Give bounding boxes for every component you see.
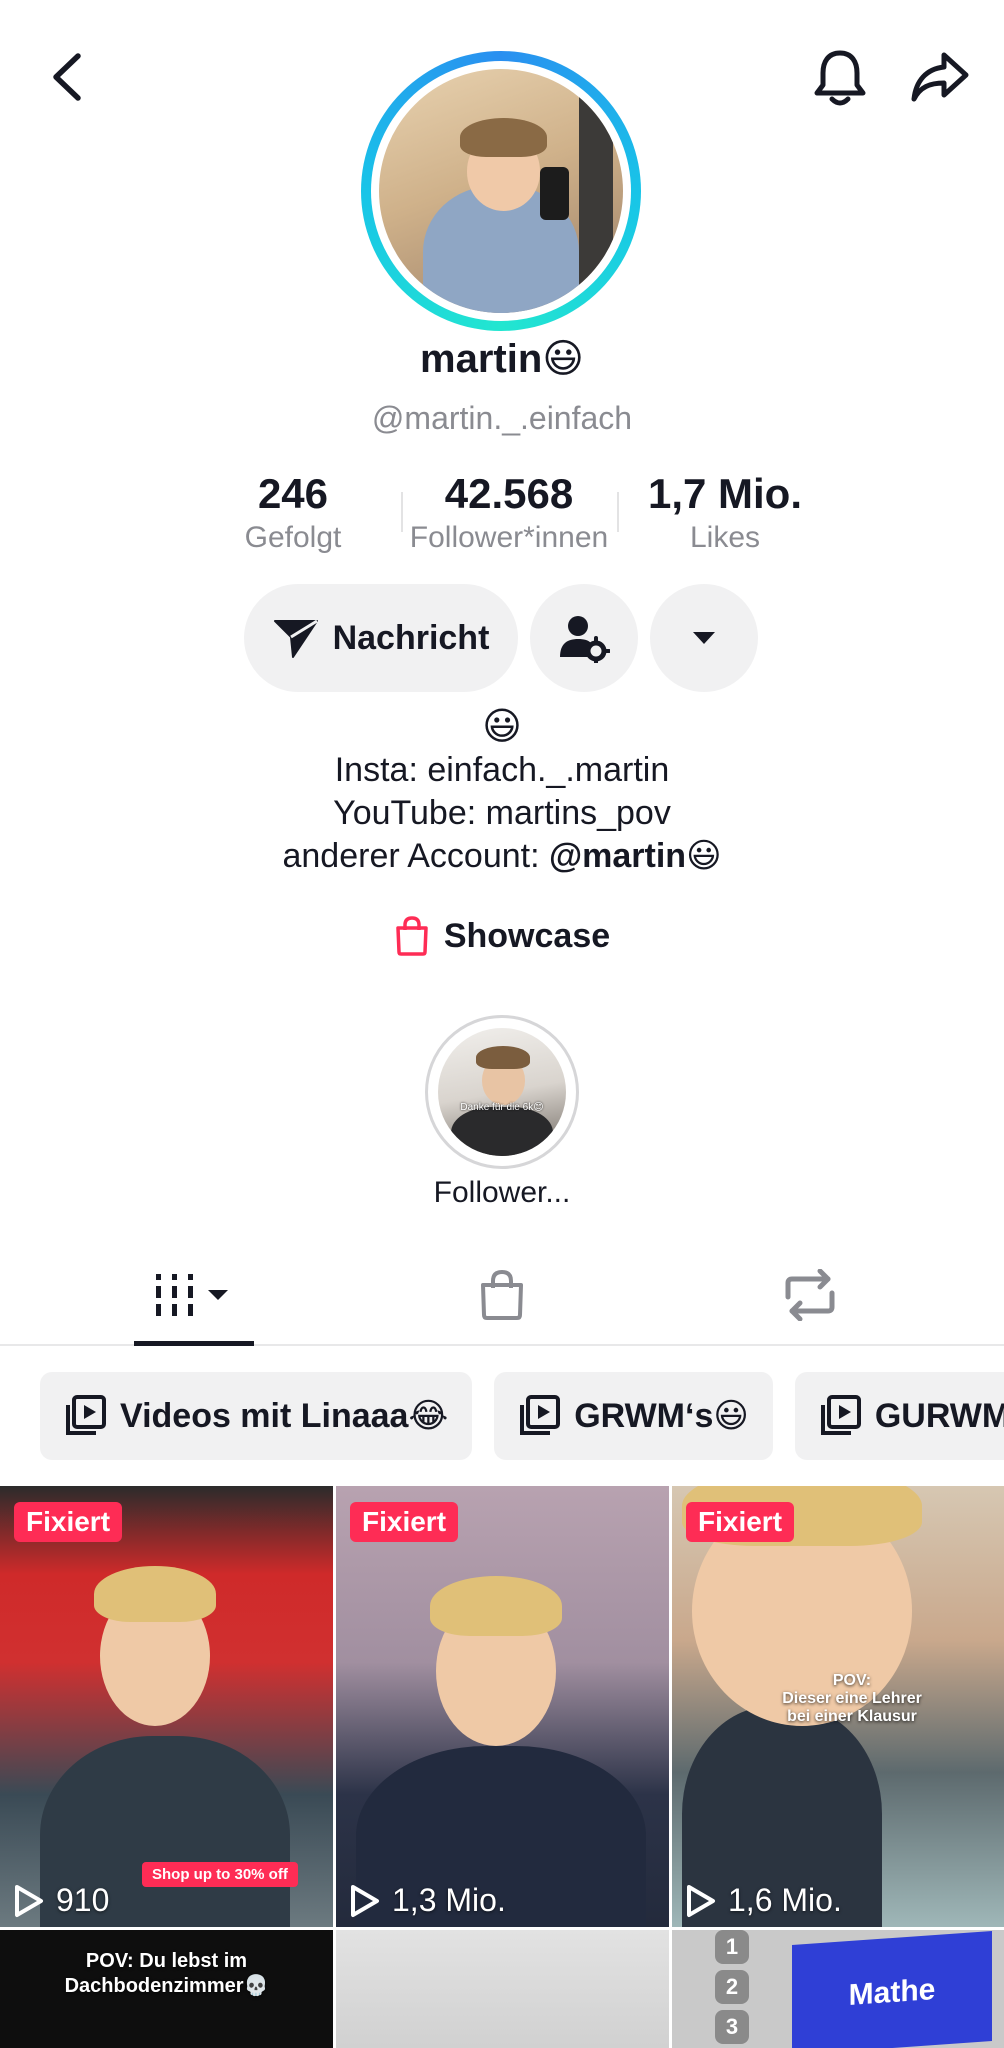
video-tile[interactable]: POV: Du lebst im Dachbodenzimmer💀 [0, 1930, 333, 2048]
avatar[interactable] [361, 51, 641, 331]
display-name: martin😃 [420, 337, 584, 381]
video-tile[interactable]: Fixiert POV: Dieser eine Lehrer bei eine… [672, 1486, 1004, 1927]
bio-mention-link[interactable]: @martin😃 [549, 837, 722, 875]
send-icon [273, 619, 318, 658]
profile-actions: Nachricht [244, 584, 758, 692]
playlist-chip[interactable]: Videos mit Linaaa😂 [40, 1372, 473, 1460]
video-overlay-text: POV: Dieser eine Lehrer bei einer Klausu… [782, 1672, 922, 1725]
shop-tag: Shop up to 30% off [142, 1862, 298, 1887]
video-tile[interactable]: 1 2 3 Mathe [672, 1930, 1004, 2048]
view-count: 1,6 Mio. [686, 1882, 842, 1919]
video-grid-icon [156, 1274, 228, 1316]
stat-likes: 1,7 Mio. Likes [617, 468, 833, 560]
bio-line-youtube: YouTube: martins_pov [333, 794, 671, 832]
notifications-button[interactable] [806, 42, 874, 114]
stat-following[interactable]: 246 Gefolgt [185, 468, 401, 560]
playlist-chip-label: GURWM [874, 1396, 1004, 1435]
play-icon [15, 1884, 43, 1917]
share-arrow-icon [911, 52, 969, 102]
bio-other-account-prefix: anderer Account: [282, 837, 549, 875]
pinned-badge: Fixiert [686, 1502, 795, 1542]
highlight-person-hair [476, 1045, 531, 1069]
play-icon [687, 1884, 715, 1917]
bio-line-instagram: Insta: einfach._.martin [334, 751, 670, 789]
highlight-thumbnail: Danke für die 6k😊 [438, 1028, 566, 1156]
playlist-chip[interactable]: GURWM [794, 1372, 1004, 1460]
back-button[interactable] [36, 44, 96, 110]
highlight-overlay-text: Danke für die 6k😊 [460, 1102, 544, 1114]
share-button[interactable] [904, 44, 976, 110]
video-overlay-text: Mathe [792, 1931, 992, 2048]
story-highlight[interactable]: Danke für die 6k😊 [425, 1015, 579, 1169]
highlight-person-body [450, 1107, 554, 1156]
video-tile[interactable]: Fixiert 1,3 Mio. [336, 1486, 669, 1927]
pinned-badge: Fixiert [350, 1502, 459, 1542]
thumbnail-person-hair [430, 1576, 562, 1636]
video-overlay-text: POV: Du lebst im Dachbodenzimmer💀 [64, 1950, 269, 1997]
shopping-bag-outline-icon [481, 1269, 523, 1320]
view-count-value: 1,3 Mio. [392, 1882, 506, 1918]
play-icon [351, 1884, 379, 1917]
view-count: 910 [14, 1882, 109, 1919]
view-count-value: 1,6 Mio. [728, 1882, 842, 1918]
avatar-border [371, 61, 631, 321]
stat-followers-value: 42.568 [444, 470, 574, 517]
tab-reposts[interactable] [760, 1246, 860, 1344]
number-badge: 2 [715, 1970, 749, 2004]
stat-following-value: 246 [257, 470, 329, 517]
follow-settings-button[interactable] [530, 584, 638, 692]
avatar-background [579, 93, 614, 301]
pinned-badge: Fixiert [14, 1502, 123, 1542]
avatar-phone [540, 166, 570, 221]
caret-down-icon [693, 632, 715, 644]
message-button[interactable]: Nachricht [244, 584, 518, 692]
tab-videos[interactable] [134, 1246, 254, 1344]
playlist-chip[interactable]: GRWM‘s😃 [494, 1372, 773, 1460]
message-button-label: Nachricht [332, 618, 490, 657]
showcase-link[interactable]: Showcase [0, 916, 1004, 956]
view-count: 1,3 Mio. [350, 1882, 506, 1919]
playlist-icon [66, 1395, 106, 1435]
repost-icon [785, 1269, 835, 1321]
profile-stats: 246 Gefolgt 42.568 Follower*innen 1,7 Mi… [185, 468, 835, 560]
view-count-value: 910 [56, 1882, 110, 1918]
number-list: 1 2 3 [712, 1930, 752, 2044]
active-tab-indicator [134, 1341, 254, 1346]
playlist-chips: Videos mit Linaaa😂 GRWM‘s😃 GURWM [40, 1372, 1004, 1460]
user-settings-icon [560, 616, 610, 663]
video-tile[interactable] [336, 1930, 669, 2048]
stat-followers[interactable]: 42.568 Follower*innen [401, 468, 617, 560]
stat-followers-label: Follower*innen [409, 521, 609, 554]
username-handle: @martin._.einfach [371, 400, 633, 436]
story-highlight-label: Follower... [433, 1176, 571, 1209]
avatar-hair [459, 117, 548, 157]
playlist-icon [820, 1395, 861, 1435]
number-badge: 3 [715, 2010, 749, 2044]
video-tile[interactable]: Fixiert Shop up to 30% off 910 [0, 1486, 333, 1927]
playlist-icon [520, 1395, 561, 1435]
shopping-bag-icon [396, 916, 428, 956]
thumbnail-person-hair [94, 1566, 216, 1622]
playlist-chip-label: GRWM‘s😃 [574, 1397, 749, 1435]
bio-line-other-account: anderer Account: @martin😃 [0, 835, 1004, 878]
bell-icon [814, 50, 866, 106]
playlist-chip-label: Videos mit Linaaa😂 [120, 1397, 449, 1435]
avatar-photo [379, 69, 623, 313]
stat-following-label: Gefolgt [244, 521, 342, 554]
more-options-dropdown[interactable] [650, 584, 758, 692]
chevron-left-icon [53, 53, 81, 101]
stat-likes-label: Likes [689, 521, 761, 554]
stat-likes-value: 1,7 Mio. [647, 470, 803, 517]
bio: 😃 Insta: einfach._.martin YouTube: marti… [0, 706, 1004, 878]
number-badge: 1 [715, 1930, 749, 1964]
content-tabs [0, 1246, 1004, 1346]
bio-emoji: 😃 [482, 706, 522, 748]
showcase-label: Showcase [443, 916, 611, 955]
tab-shop[interactable] [452, 1246, 552, 1344]
